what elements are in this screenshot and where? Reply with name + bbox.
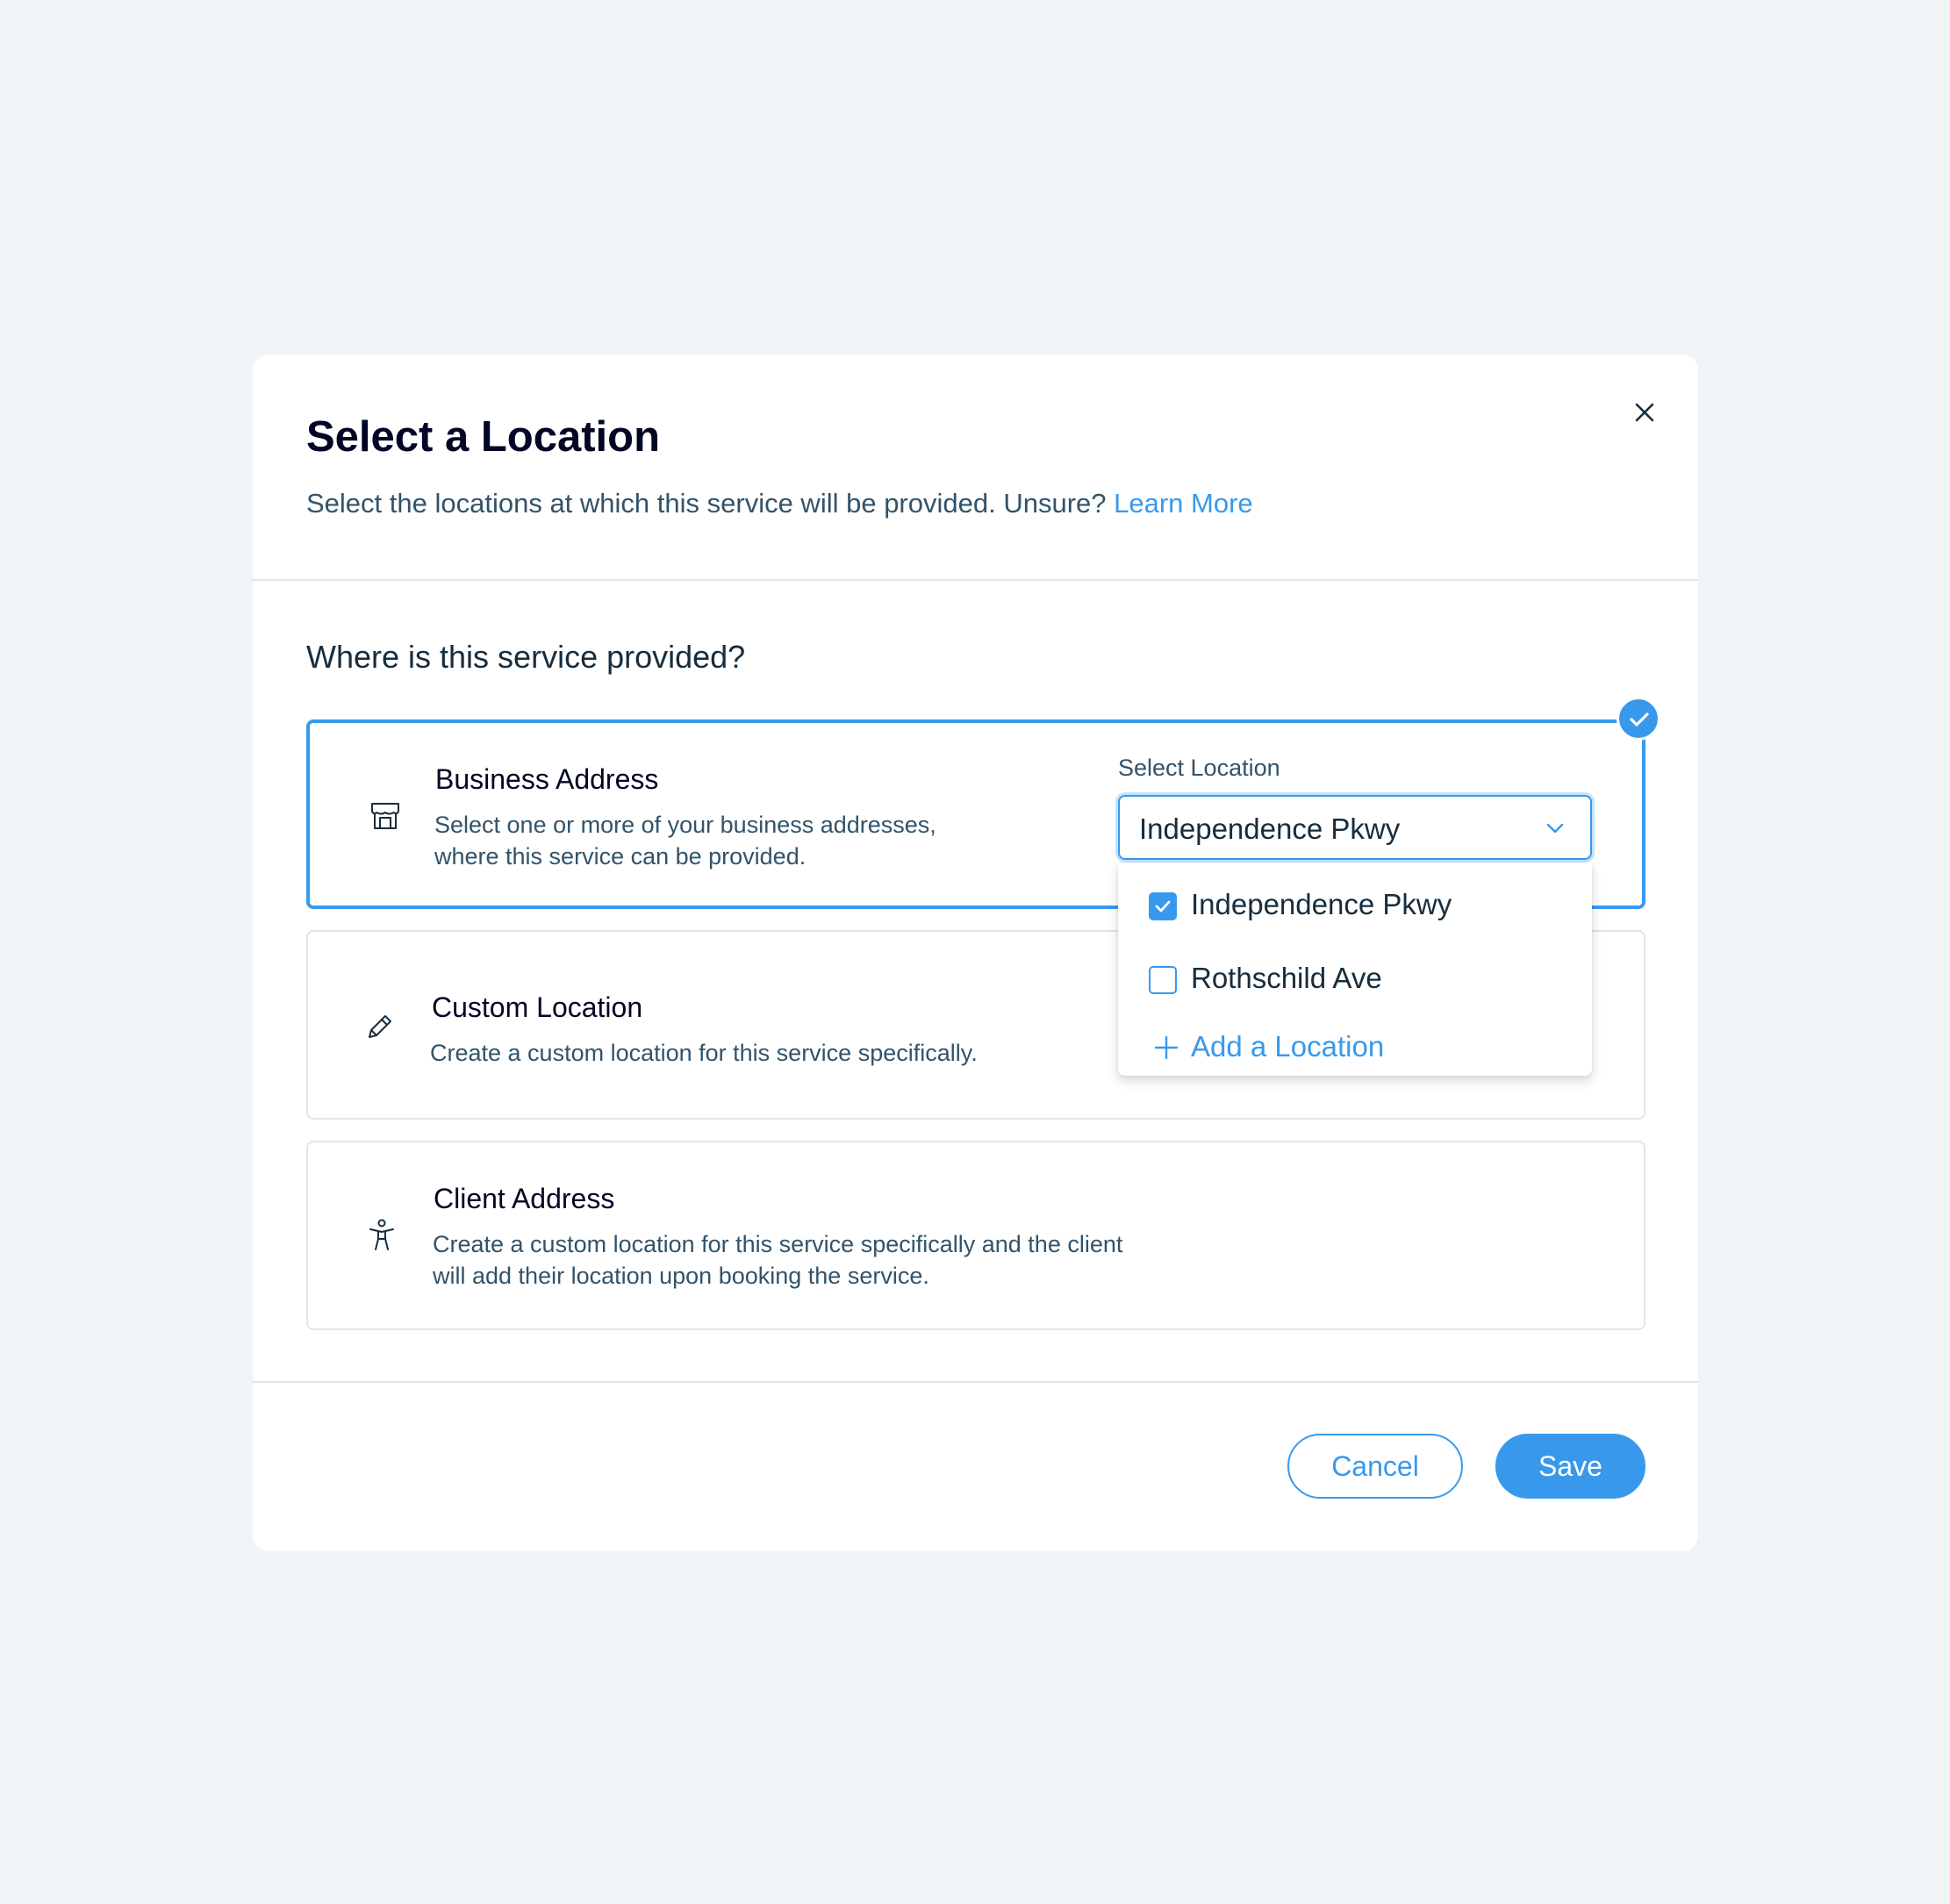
save-button[interactable]: Save bbox=[1495, 1434, 1645, 1499]
learn-more-link[interactable]: Learn More bbox=[1114, 488, 1253, 519]
section-question: Where is this service provided? bbox=[306, 639, 746, 675]
chevron-down-icon bbox=[1546, 823, 1564, 834]
modal-title: Select a Location bbox=[306, 413, 661, 461]
location-dropdown-value: Independence Pkwy bbox=[1139, 812, 1401, 845]
checkbox-unchecked[interactable] bbox=[1149, 966, 1177, 994]
cancel-button[interactable]: Cancel bbox=[1287, 1434, 1463, 1499]
header-divider bbox=[253, 579, 1698, 581]
subtitle-text: Select the locations at which this servi… bbox=[306, 488, 1107, 519]
store-icon bbox=[368, 798, 403, 834]
select-location-label: Select Location bbox=[1118, 755, 1280, 781]
dropdown-option-label: Independence Pkwy bbox=[1191, 888, 1452, 920]
select-location-modal: Select a Location Select the locations a… bbox=[253, 354, 1698, 1551]
option-client-address[interactable]: Client Address Create a custom location … bbox=[306, 1141, 1645, 1330]
option-description: Create a custom location for this servic… bbox=[430, 1040, 978, 1066]
footer-divider bbox=[253, 1381, 1698, 1383]
checkbox-checked[interactable] bbox=[1149, 892, 1177, 920]
dropdown-option-independence[interactable]: Independence Pkwy bbox=[1118, 874, 1592, 935]
add-location-label: Add a Location bbox=[1191, 1030, 1385, 1063]
option-description: Select one or more of your business addr… bbox=[434, 812, 936, 870]
dropdown-option-label: Rothschild Ave bbox=[1191, 962, 1382, 994]
option-title: Client Address bbox=[434, 1183, 615, 1214]
dropdown-option-rothschild[interactable]: Rothschild Ave bbox=[1118, 948, 1592, 1009]
modal-subtitle: Select the locations at which this servi… bbox=[306, 488, 1253, 519]
person-icon bbox=[364, 1218, 399, 1253]
option-title: Business Address bbox=[435, 763, 659, 795]
close-icon[interactable] bbox=[1629, 397, 1660, 428]
option-title: Custom Location bbox=[432, 991, 643, 1023]
add-location-button[interactable]: Add a Location bbox=[1118, 1016, 1592, 1077]
pencil-icon bbox=[362, 1009, 398, 1044]
option-description: Create a custom location for this servic… bbox=[433, 1231, 1123, 1289]
plus-icon bbox=[1154, 1035, 1179, 1060]
selected-check-icon bbox=[1617, 697, 1660, 741]
location-dropdown-menu: Independence Pkwy Rothschild Ave Add a L… bbox=[1118, 863, 1592, 1076]
location-dropdown[interactable]: Independence Pkwy bbox=[1118, 795, 1592, 860]
